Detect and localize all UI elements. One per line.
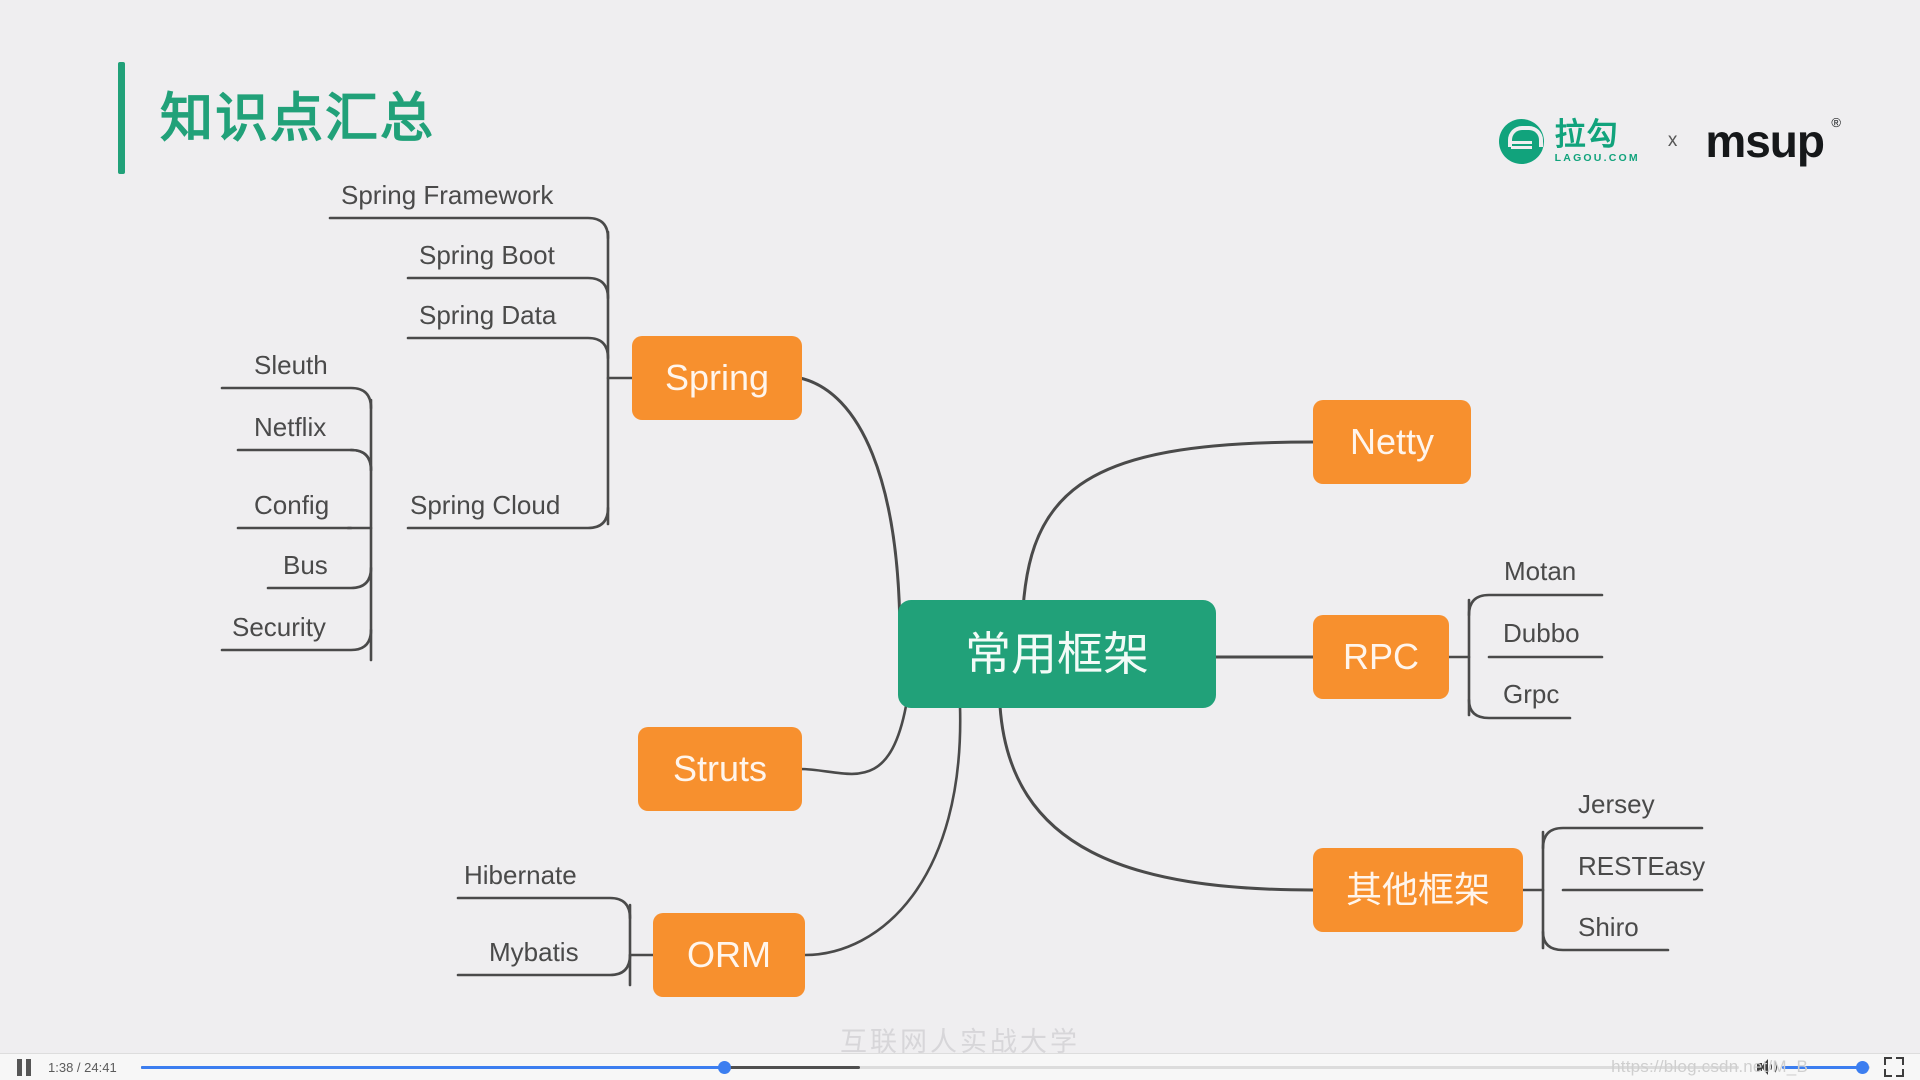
video-player-controls: 1:38 / 24:41 (0, 1053, 1920, 1080)
mindmap-leaf-shiro[interactable]: Shiro (1578, 914, 1639, 940)
seek-progress (140, 1065, 725, 1069)
slide-canvas: 知识点汇总 拉勾 LAGOU.COM x msup ® 常用框架 Spring … (0, 0, 1920, 1053)
mindmap-connectors (220, 216, 1704, 987)
mindmap-node-struts[interactable]: Struts (638, 727, 802, 811)
speaker-wave-outer (1769, 1060, 1777, 1074)
slide-watermark: 互联网人实战大学 (840, 1027, 1080, 1053)
mindmap-node-other-frameworks[interactable]: 其他框架 (1313, 848, 1523, 932)
mindmap-leaf-bus[interactable]: Bus (283, 552, 328, 578)
mindmap-leaf-spring-framework[interactable]: Spring Framework (341, 182, 553, 208)
seek-handle[interactable] (717, 1060, 731, 1074)
mindmap-leaf-spring-cloud[interactable]: Spring Cloud (410, 492, 560, 518)
mindmap-leaf-resteasy[interactable]: RESTEasy (1578, 853, 1705, 879)
mindmap-leaf-hibernate[interactable]: Hibernate (464, 862, 577, 888)
time-display: 1:38 / 24:41 (48, 1059, 117, 1075)
pause-icon[interactable] (14, 1058, 34, 1076)
mindmap-node-orm[interactable]: ORM (653, 913, 805, 997)
fullscreen-corner-tl (1884, 1057, 1892, 1065)
video-player-stage: 知识点汇总 拉勾 LAGOU.COM x msup ® 常用框架 Spring … (0, 0, 1920, 1080)
mindmap-leaf-security[interactable]: Security (232, 614, 326, 640)
mindmap-node-rpc[interactable]: RPC (1313, 615, 1449, 699)
volume-level (1782, 1065, 1863, 1069)
mindmap-leaf-spring-boot[interactable]: Spring Boot (419, 242, 555, 268)
mindmap-leaf-mybatis[interactable]: Mybatis (489, 939, 579, 965)
mindmap-node-netty[interactable]: Netty (1313, 400, 1471, 484)
volume-handle[interactable] (1856, 1060, 1870, 1074)
fullscreen-exit-icon[interactable] (1884, 1057, 1904, 1077)
mindmap-leaf-spring-data[interactable]: Spring Data (419, 302, 556, 328)
mindmap-node-spring[interactable]: Spring (632, 336, 802, 420)
mindmap-leaf-dubbo[interactable]: Dubbo (1503, 620, 1580, 646)
mindmap-leaf-grpc[interactable]: Grpc (1503, 681, 1559, 707)
fullscreen-corner-tr (1896, 1057, 1904, 1065)
volume-icon[interactable] (1757, 1058, 1777, 1076)
mindmap-leaf-sleuth[interactable]: Sleuth (254, 352, 328, 378)
mindmap-leaf-netflix[interactable]: Netflix (254, 414, 326, 440)
mindmap-leaf-motan[interactable]: Motan (1504, 558, 1576, 584)
seek-bar[interactable] (140, 1058, 1739, 1076)
mindmap-center-node[interactable]: 常用框架 (898, 600, 1216, 708)
mindmap-leaf-config[interactable]: Config (254, 492, 329, 518)
fullscreen-corner-br (1896, 1069, 1904, 1077)
fullscreen-corner-bl (1884, 1069, 1892, 1077)
volume-slider[interactable] (1782, 1058, 1870, 1076)
mindmap-leaf-jersey[interactable]: Jersey (1578, 791, 1655, 817)
